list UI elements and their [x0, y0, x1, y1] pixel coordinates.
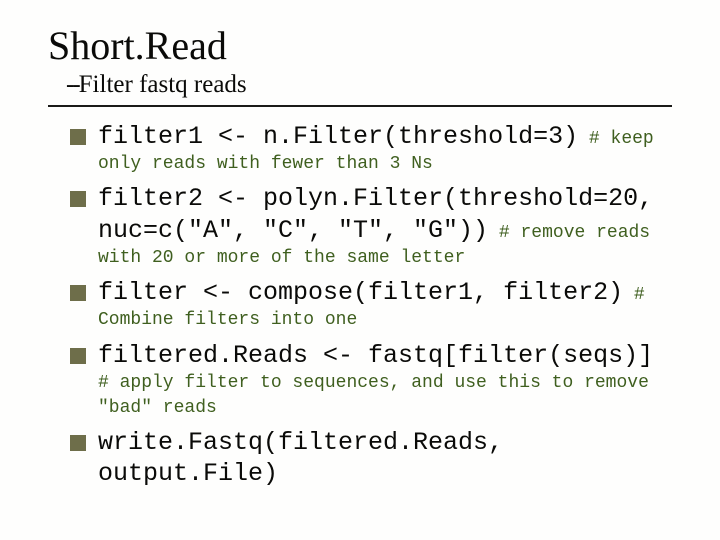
code-comment-inline: # remove reads: [488, 223, 650, 243]
slide: Short.Read --Filter fastq reads filter1 …: [0, 0, 720, 516]
list-item: filter1 <- n.Filter(threshold=3) # keep …: [70, 121, 672, 177]
code-line-end: ,: [638, 184, 653, 213]
slide-subtitle: --Filter fastq reads: [66, 71, 672, 99]
bullet-icon: [70, 191, 86, 207]
slide-title: Short.Read: [48, 22, 672, 69]
list-item: filter2 <- polyn.Filter(threshold=20, nu…: [70, 183, 672, 271]
code-line: filtered.Reads <- fastq[filter(seqs)]: [98, 341, 653, 370]
code-line: filter2 <- polyn.Filter(threshold=: [98, 184, 608, 213]
code-line: filter <- compose(filter1, filter2): [98, 278, 623, 307]
code-comment: Combine filters into one: [98, 308, 672, 333]
bullet-icon: [70, 348, 86, 364]
code-line: filter1 <- n.Filter(threshold=: [98, 122, 548, 151]
list-item: filter <- compose(filter1, filter2) # Co…: [70, 277, 672, 333]
list-item: write.Fastq(filtered.Reads, output.File): [70, 427, 672, 490]
divider: [48, 105, 672, 107]
subtitle-dash: --: [66, 71, 79, 98]
code-comment: with 20 or more of the same letter: [98, 246, 672, 271]
bullet-icon: [70, 129, 86, 145]
list-item: filtered.Reads <- fastq[filter(seqs)] # …: [70, 340, 672, 422]
subtitle-text: Filter fastq reads: [79, 71, 247, 98]
bullet-icon: [70, 435, 86, 451]
bullet-icon: [70, 285, 86, 301]
code-number: 3: [548, 122, 563, 151]
code-line-end: ): [563, 122, 578, 151]
code-comment-inline: #: [623, 285, 645, 305]
code-comment: only reads with fewer than 3 Ns: [98, 152, 672, 177]
code-comment: # apply filter to sequences, and use thi…: [98, 371, 672, 421]
code-line-2: nuc=c("A", "C", "T", "G")): [98, 216, 488, 245]
code-comment-inline: # keep: [578, 129, 654, 149]
code-number: 20: [608, 184, 638, 213]
code-line: write.Fastq(filtered.Reads, output.File): [98, 428, 503, 488]
